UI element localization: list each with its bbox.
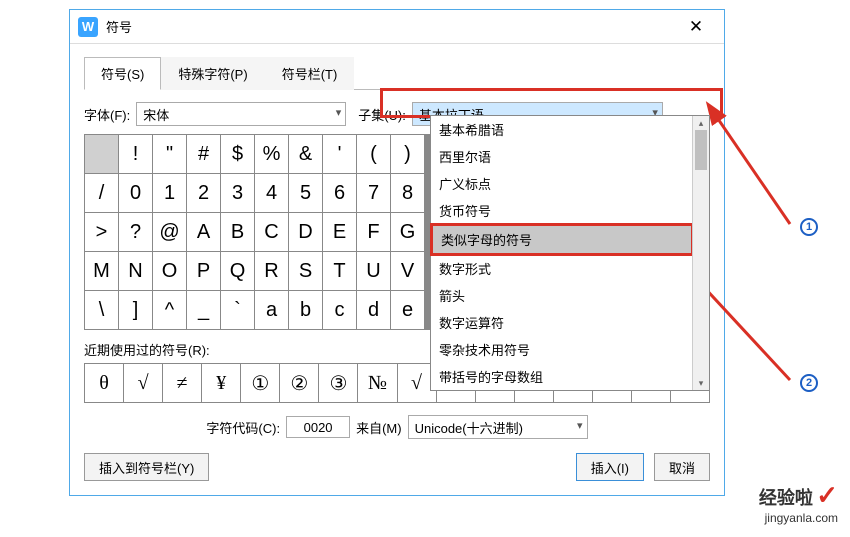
grid-cell[interactable]: a	[255, 291, 288, 329]
grid-cell[interactable]: R	[255, 252, 288, 290]
grid-cell[interactable]: T	[323, 252, 356, 290]
grid-cell[interactable]: ^	[153, 291, 186, 329]
grid-cell[interactable]: A	[187, 213, 220, 251]
recent-cell[interactable]: ¥	[202, 364, 240, 402]
grid-cell[interactable]: 0	[119, 174, 152, 212]
grid-cell[interactable]: B	[221, 213, 254, 251]
app-icon: W	[78, 17, 98, 37]
dropdown-item[interactable]: 零杂技术用符号	[431, 336, 709, 363]
grid-cell[interactable]: S	[289, 252, 322, 290]
titlebar: W 符号 ✕	[70, 10, 724, 44]
grid-cell[interactable]: b	[289, 291, 322, 329]
grid-cell[interactable]: 5	[289, 174, 322, 212]
grid-cell[interactable]: 7	[357, 174, 390, 212]
dropdown-item[interactable]: 西里尔语	[431, 143, 709, 170]
tab-strip: 符号(S) 特殊字符(P) 符号栏(T)	[84, 56, 710, 90]
dropdown-item[interactable]: 带括号的字母数组	[431, 363, 709, 390]
grid-cell[interactable]: &	[289, 135, 322, 173]
dropdown-item[interactable]: 箭头	[431, 282, 709, 309]
watermark: 经验啦 ✓ jingyanla.com	[759, 480, 838, 525]
subset-dropdown[interactable]: ▴ ▾ 基本希腊语西里尔语广义标点货币符号类似字母的符号数字形式箭头数字运算符零…	[430, 115, 710, 391]
grid-cell[interactable]: '	[323, 135, 356, 173]
grid-cell[interactable]: 2	[187, 174, 220, 212]
tab-special[interactable]: 特殊字符(P)	[161, 57, 264, 90]
scroll-up-icon[interactable]: ▴	[693, 116, 709, 130]
annotation-2: 2	[800, 374, 818, 392]
grid-cell[interactable]: N	[119, 252, 152, 290]
grid-cell[interactable]: D	[289, 213, 322, 251]
grid-cell[interactable]: >	[85, 213, 118, 251]
annotation-box-subset	[380, 88, 723, 118]
grid-cell[interactable]: P	[187, 252, 220, 290]
recent-cell[interactable]: №	[358, 364, 396, 402]
dropdown-item[interactable]: 数字形式	[431, 255, 709, 282]
grid-cell[interactable]: Q	[221, 252, 254, 290]
dropdown-item[interactable]: 货币符号	[431, 197, 709, 224]
grid-cell[interactable]: /	[85, 174, 118, 212]
recent-cell[interactable]: √	[124, 364, 162, 402]
grid-cell[interactable]: #	[187, 135, 220, 173]
grid-cell[interactable]: $	[221, 135, 254, 173]
grid-cell[interactable]: c	[323, 291, 356, 329]
grid-cell[interactable]: 8	[391, 174, 424, 212]
font-label: 字体(F):	[84, 105, 130, 124]
grid-cell[interactable]: F	[357, 213, 390, 251]
annotation-1: 1	[800, 218, 818, 236]
insert-button[interactable]: 插入(I)	[576, 453, 644, 481]
grid-cell[interactable]: %	[255, 135, 288, 173]
grid-cell[interactable]: `	[221, 291, 254, 329]
window-title: 符号	[106, 17, 676, 36]
grid-cell[interactable]: 1	[153, 174, 186, 212]
insert-to-bar-button[interactable]: 插入到符号栏(Y)	[84, 453, 209, 481]
grid-cell[interactable]: ]	[119, 291, 152, 329]
dropdown-item[interactable]: 基本希腊语	[431, 116, 709, 143]
from-label: 来自(M)	[356, 418, 402, 437]
grid-cell[interactable]: d	[357, 291, 390, 329]
grid-cell[interactable]: !	[119, 135, 152, 173]
from-select[interactable]	[408, 415, 588, 439]
grid-cell[interactable]: E	[323, 213, 356, 251]
grid-cell[interactable]: C	[255, 213, 288, 251]
recent-cell[interactable]: ①	[241, 364, 279, 402]
scroll-thumb[interactable]	[695, 130, 707, 170]
recent-cell[interactable]: θ	[85, 364, 123, 402]
dropdown-item[interactable]: 类似字母的符号	[433, 226, 691, 253]
close-button[interactable]: ✕	[676, 12, 716, 42]
grid-cell[interactable]: \	[85, 291, 118, 329]
scrollbar[interactable]: ▴ ▾	[692, 116, 709, 390]
grid-cell[interactable]: )	[391, 135, 424, 173]
scroll-down-icon[interactable]: ▾	[693, 376, 709, 390]
grid-cell[interactable]: (	[357, 135, 390, 173]
grid-cell[interactable]: U	[357, 252, 390, 290]
grid-cell[interactable]	[85, 135, 118, 173]
recent-cell[interactable]: ③	[319, 364, 357, 402]
dropdown-item[interactable]: 数字运算符	[431, 309, 709, 336]
grid-cell[interactable]: "	[153, 135, 186, 173]
grid-cell[interactable]: 6	[323, 174, 356, 212]
grid-cell[interactable]: _	[187, 291, 220, 329]
grid-cell[interactable]: ?	[119, 213, 152, 251]
grid-cell[interactable]: G	[391, 213, 424, 251]
tab-symbols[interactable]: 符号(S)	[84, 57, 161, 90]
font-select[interactable]	[136, 102, 346, 126]
code-label: 字符代码(C):	[206, 418, 280, 437]
cancel-button[interactable]: 取消	[654, 453, 710, 481]
grid-cell[interactable]: @	[153, 213, 186, 251]
tab-bar[interactable]: 符号栏(T)	[265, 57, 355, 90]
dropdown-item[interactable]: 广义标点	[431, 170, 709, 197]
grid-cell[interactable]: 4	[255, 174, 288, 212]
code-input[interactable]	[286, 416, 350, 438]
recent-cell[interactable]: ≠	[163, 364, 201, 402]
grid-cell[interactable]: M	[85, 252, 118, 290]
grid-cell[interactable]: V	[391, 252, 424, 290]
recent-cell[interactable]: ②	[280, 364, 318, 402]
grid-cell[interactable]: e	[391, 291, 424, 329]
grid-cell[interactable]: O	[153, 252, 186, 290]
grid-cell[interactable]: 3	[221, 174, 254, 212]
